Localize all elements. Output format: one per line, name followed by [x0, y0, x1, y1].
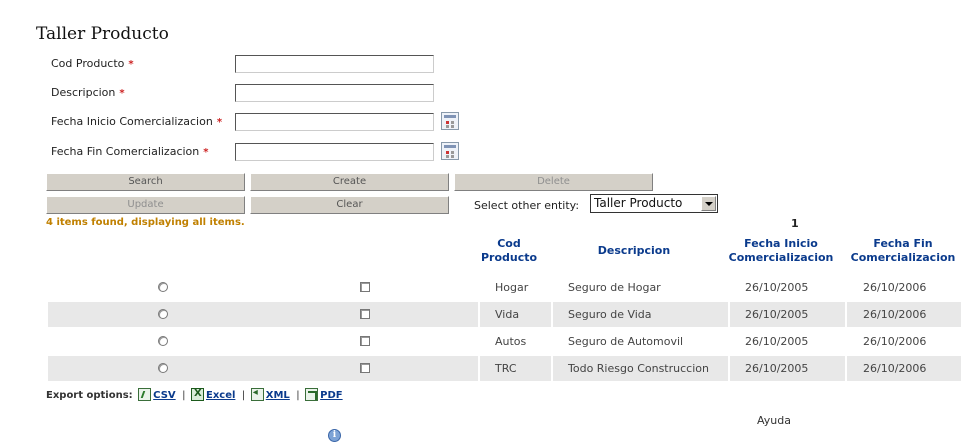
- descripcion-input[interactable]: [235, 84, 434, 102]
- row-radio[interactable]: [158, 309, 168, 319]
- row-checkbox[interactable]: [360, 363, 370, 373]
- entity-select-value: Taller Producto: [594, 196, 683, 210]
- create-button[interactable]: Create: [250, 173, 449, 191]
- cell-descripcion: Seguro de Automovil: [568, 335, 684, 348]
- row-checkbox[interactable]: [360, 282, 370, 292]
- row-radio[interactable]: [158, 363, 168, 373]
- info-icon[interactable]: i: [328, 429, 341, 442]
- column-header-descripcion[interactable]: Descripcion: [560, 244, 708, 258]
- row-checkbox[interactable]: [360, 309, 370, 319]
- column-header-line: Fecha Inicio: [744, 237, 818, 250]
- export-excel-link[interactable]: Excel: [206, 390, 235, 401]
- update-button[interactable]: Update: [46, 196, 245, 214]
- cell-fecha-fin: 26/10/2006: [863, 335, 927, 348]
- cell-fecha-inicio: 26/10/2005: [745, 308, 809, 321]
- required-mark: *: [128, 59, 134, 70]
- fecha-inicio-input[interactable]: [235, 113, 434, 131]
- cell-fecha-fin: 26/10/2006: [863, 362, 927, 375]
- descripcion-label-text: Descripcion: [51, 86, 116, 99]
- cell-fecha-fin: 26/10/2006: [863, 308, 927, 321]
- cell-descripcion: Seguro de Hogar: [568, 281, 661, 294]
- cell-descripcion: Seguro de Vida: [568, 308, 652, 321]
- table-row: TRC Todo Riesgo Construccion 26/10/2005 …: [48, 356, 961, 381]
- separator: |: [241, 390, 246, 401]
- cod-producto-label: Cod Producto *: [51, 57, 134, 70]
- fecha-fin-input[interactable]: [235, 143, 434, 161]
- required-mark: *: [216, 117, 223, 128]
- xml-icon[interactable]: [250, 387, 264, 401]
- separator: |: [182, 390, 186, 401]
- cell-cod: Autos: [495, 335, 527, 348]
- chevron-down-icon[interactable]: [701, 196, 716, 211]
- page-number-link[interactable]: 1: [791, 217, 799, 230]
- table-row: Hogar Seguro de Hogar 26/10/2005 26/10/2…: [48, 275, 961, 300]
- column-header-cod-producto[interactable]: Cod Producto: [470, 237, 548, 265]
- separator: |: [296, 390, 300, 401]
- cell-fecha-inicio: 26/10/2005: [745, 335, 809, 348]
- fecha-fin-label-text: Fecha Fin Comercializacion: [51, 145, 200, 158]
- pdf-icon[interactable]: [305, 388, 319, 401]
- column-header-line: Comercializacion: [728, 251, 834, 264]
- descripcion-label: Descripcion *: [51, 86, 125, 99]
- required-mark: *: [203, 147, 209, 158]
- page-title: Taller Producto: [36, 24, 169, 44]
- export-xml-link[interactable]: XML: [266, 390, 290, 401]
- row-radio[interactable]: [158, 336, 168, 346]
- search-button[interactable]: Search: [46, 173, 245, 191]
- export-label: Export options:: [46, 390, 133, 401]
- fecha-fin-label: Fecha Fin Comercializacion *: [51, 145, 209, 158]
- column-header-line: Producto: [480, 251, 538, 264]
- calendar-icon[interactable]: [441, 112, 459, 130]
- table-row: Autos Seguro de Automovil 26/10/2005 26/…: [48, 329, 961, 354]
- cell-fecha-inicio: 26/10/2005: [745, 281, 809, 294]
- cell-fecha-fin: 26/10/2006: [863, 281, 927, 294]
- excel-icon[interactable]: [190, 388, 204, 401]
- entity-select[interactable]: Taller Producto: [590, 194, 718, 213]
- cod-producto-input[interactable]: [235, 55, 434, 73]
- export-options: Export options: CSV | Excel | XML | PDF: [46, 387, 346, 401]
- cod-producto-label-text: Cod Producto: [51, 57, 125, 70]
- calendar-icon[interactable]: [441, 142, 459, 160]
- cell-cod: Hogar: [495, 281, 529, 294]
- fecha-inicio-label: Fecha Inicio Comercializacion *: [51, 115, 222, 128]
- fecha-inicio-label-text: Fecha Inicio Comercializacion: [51, 115, 213, 128]
- export-pdf-link[interactable]: PDF: [320, 390, 342, 401]
- column-header-fecha-fin[interactable]: Fecha Fin Comercializacion: [845, 237, 961, 265]
- results-summary: 4 items found, displaying all items.: [46, 217, 245, 228]
- required-mark: *: [119, 88, 125, 99]
- column-header-line: Cod: [497, 237, 521, 250]
- export-csv-link[interactable]: CSV: [153, 390, 175, 401]
- table-row: Vida Seguro de Vida 26/10/2005 26/10/200…: [48, 302, 961, 327]
- column-header-line: Comercializacion: [850, 251, 956, 264]
- delete-button[interactable]: Delete: [454, 173, 653, 191]
- row-radio[interactable]: [158, 282, 168, 292]
- cell-cod: TRC: [495, 362, 517, 375]
- column-header-fecha-inicio[interactable]: Fecha Inicio Comercializacion: [722, 237, 840, 265]
- csv-icon[interactable]: [138, 388, 152, 401]
- entity-select-label: Select other entity:: [474, 199, 580, 212]
- cell-fecha-inicio: 26/10/2005: [745, 362, 809, 375]
- cell-descripcion: Todo Riesgo Construccion: [568, 362, 709, 375]
- column-header-line: Fecha Fin: [873, 237, 933, 250]
- row-checkbox[interactable]: [360, 336, 370, 346]
- help-label: Ayuda: [757, 414, 791, 427]
- clear-button[interactable]: Clear: [250, 196, 449, 214]
- cell-cod: Vida: [495, 308, 520, 321]
